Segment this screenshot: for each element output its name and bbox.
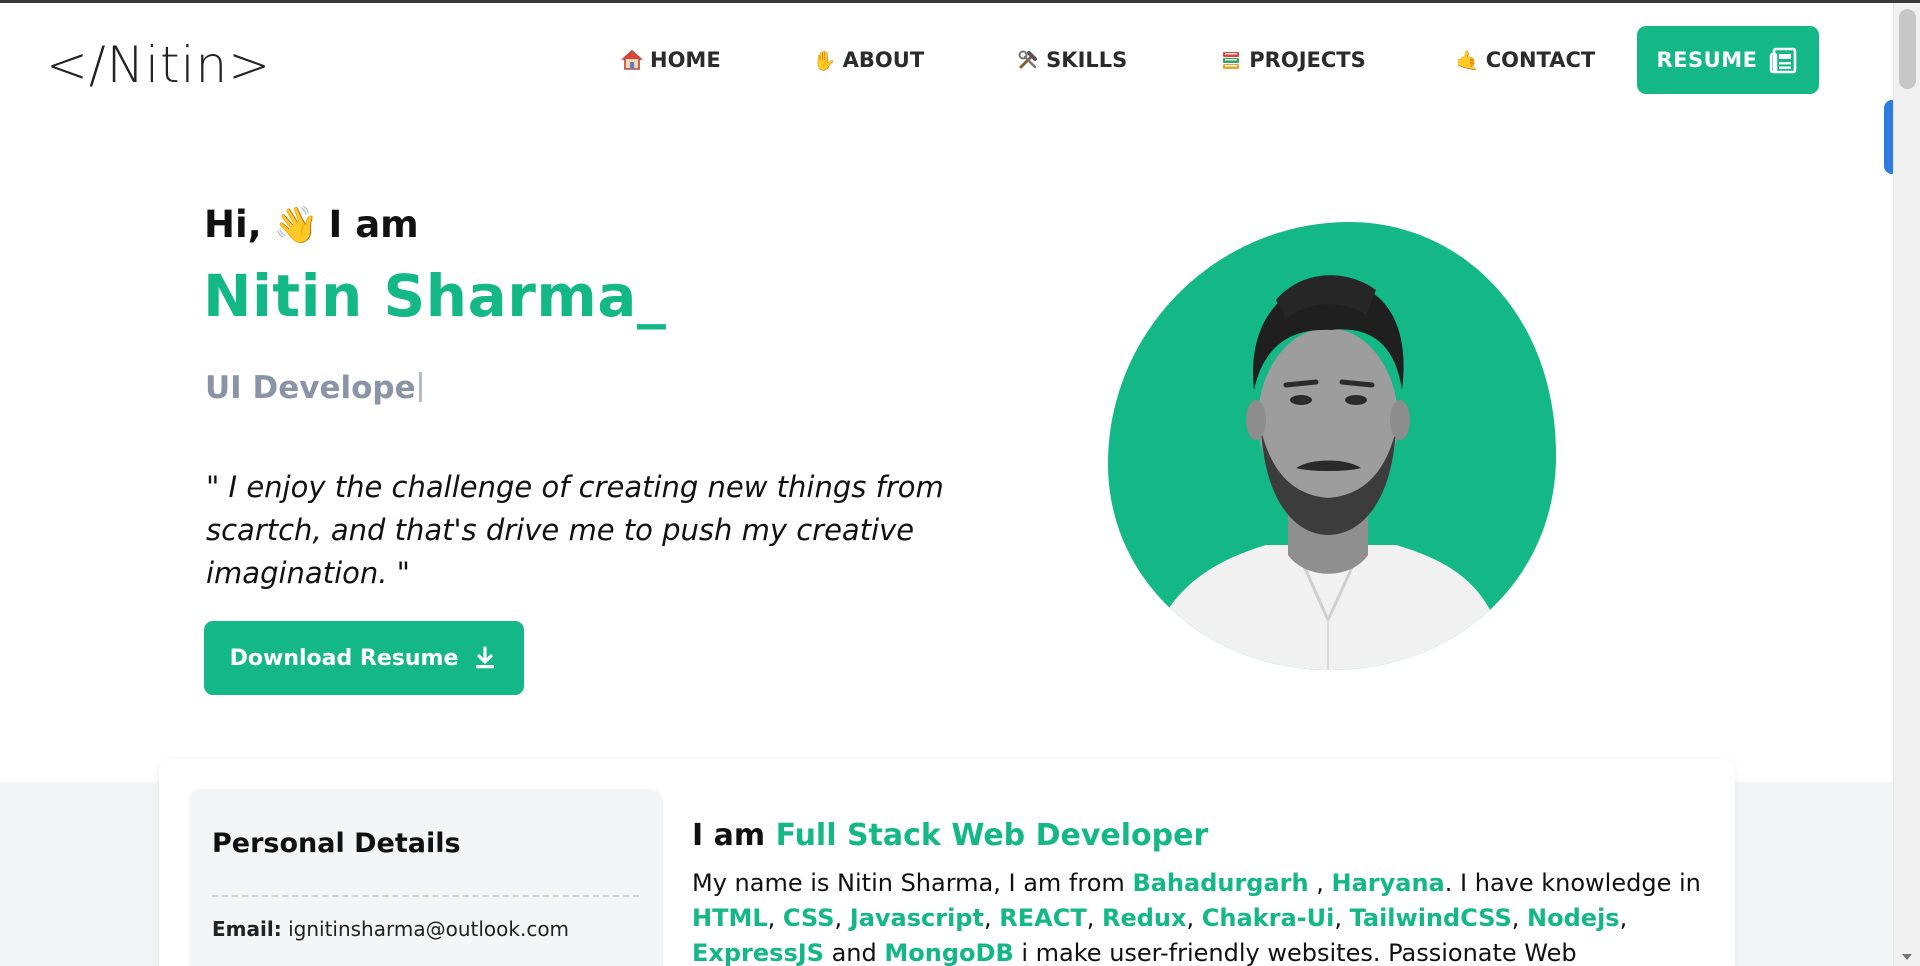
profile-photo xyxy=(1107,221,1557,671)
typing-cursor xyxy=(418,372,422,402)
about-knowledge: . I have knowledge in xyxy=(1444,869,1701,897)
skill-css: CSS xyxy=(782,904,835,932)
skill-html: HTML xyxy=(692,904,768,932)
document-icon xyxy=(1770,47,1797,74)
download-resume-button[interactable]: Download Resume xyxy=(204,621,524,695)
nav-contact[interactable]: 🤙 CONTACT xyxy=(1455,48,1596,72)
skill-mongodb: MongoDB xyxy=(884,939,1014,966)
greeting-hi: Hi, xyxy=(204,203,262,246)
personal-details-email: Email: ignitinsharma@outlook.com xyxy=(212,917,569,941)
hero-greeting: Hi, 👋 I am xyxy=(204,203,419,246)
main-nav: HOME ✋ ABOUT SKILLS PROJECTS 🤙 CONTACT xyxy=(620,48,1595,72)
about-city: Bahadurgarh xyxy=(1132,869,1309,897)
personal-details-title: Personal Details xyxy=(212,828,461,859)
nav-contact-label: CONTACT xyxy=(1485,48,1596,72)
email-value[interactable]: ignitinsharma@outlook.com xyxy=(288,917,569,941)
skill-chakra-ui: Chakra-Ui xyxy=(1201,904,1335,932)
about-intro: My name is Nitin Sharma, I am from xyxy=(692,869,1125,897)
page-scrollbar[interactable] xyxy=(1893,3,1920,966)
skill-tailwindcss: TailwindCSS xyxy=(1349,904,1512,932)
personal-details-divider xyxy=(212,895,639,897)
download-resume-label: Download Resume xyxy=(229,645,459,671)
waving-hand-icon: 👋 xyxy=(273,204,319,246)
site-logo[interactable]: </Nitin> xyxy=(46,36,271,94)
comma: , xyxy=(767,904,776,932)
about-state: Haryana xyxy=(1331,869,1445,897)
greeting-i-am: I am xyxy=(328,203,419,246)
call-me-hand-icon: 🤙 xyxy=(1455,49,1480,72)
waving-hand-icon: ✋ xyxy=(812,49,837,72)
scroll-down-arrow-icon[interactable] xyxy=(1902,954,1912,960)
about-heading: I am Full Stack Web Developer xyxy=(692,818,1208,853)
nav-about[interactable]: ✋ ABOUT xyxy=(812,48,925,72)
hero-name: Nitin Sharma_ xyxy=(203,262,667,330)
about-heading-role: Full Stack Web Developer xyxy=(775,818,1209,853)
nav-about-label: ABOUT xyxy=(842,48,925,72)
comma: , xyxy=(1086,904,1095,932)
about-tail: i make user-friendly websites. Passionat… xyxy=(1021,939,1577,966)
about-heading-prefix: I am xyxy=(692,818,766,853)
comma: , xyxy=(1619,904,1628,932)
nav-projects-label: PROJECTS xyxy=(1249,48,1366,72)
skill-nodejs: Nodejs xyxy=(1527,904,1620,932)
skill-expressjs: ExpressJS xyxy=(692,939,824,966)
typed-role-text: UI Develope xyxy=(205,370,416,406)
window-top-border xyxy=(0,0,1920,3)
books-icon xyxy=(1219,48,1243,72)
skill-react: REACT xyxy=(999,904,1087,932)
comma: , xyxy=(1334,904,1342,932)
skill-javascript: Javascript xyxy=(849,904,984,932)
scrollbar-thumb[interactable] xyxy=(1899,9,1916,89)
email-label: Email: xyxy=(212,917,282,941)
comma: , xyxy=(983,904,992,932)
comma: , xyxy=(834,904,843,932)
nav-projects[interactable]: PROJECTS xyxy=(1219,48,1366,72)
nav-home[interactable]: HOME xyxy=(620,48,721,72)
house-icon xyxy=(620,48,644,72)
hero-quote: " I enjoy the challenge of creating new … xyxy=(206,470,944,590)
skill-redux: Redux xyxy=(1101,904,1187,932)
tools-icon xyxy=(1016,48,1040,72)
resume-button-label: RESUME xyxy=(1656,48,1758,72)
download-icon xyxy=(476,646,495,669)
about-and: and xyxy=(831,939,877,966)
nav-skills-label: SKILLS xyxy=(1046,48,1128,72)
nav-skills[interactable]: SKILLS xyxy=(1016,48,1127,72)
about-paragraph: My name is Nitin Sharma, I am from Bahad… xyxy=(692,866,1702,966)
comma: , xyxy=(1186,904,1195,932)
nav-home-label: HOME xyxy=(650,48,721,72)
comma: , xyxy=(1511,904,1520,932)
resume-button[interactable]: RESUME xyxy=(1637,26,1819,94)
typed-role: UI Develope xyxy=(205,370,422,406)
about-separator: , xyxy=(1308,869,1324,897)
